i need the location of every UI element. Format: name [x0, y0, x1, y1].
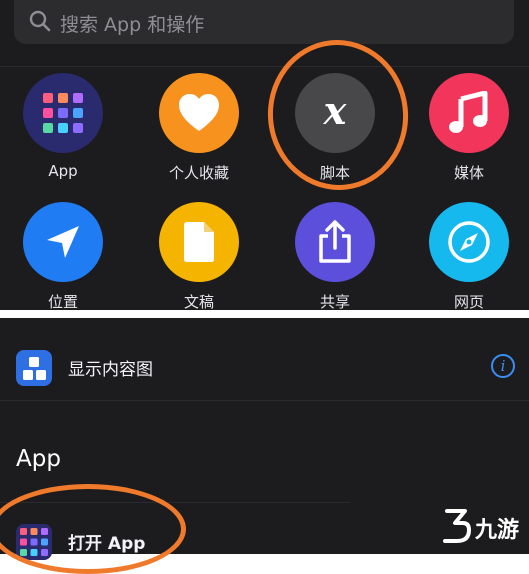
music-note-icon: [429, 73, 509, 153]
category-label: 共享: [319, 293, 350, 311]
category-label: 个人收藏: [168, 164, 229, 182]
category-label: 位置: [47, 293, 78, 311]
category-documents[interactable]: 文稿: [144, 202, 254, 312]
highlight-circle: [0, 484, 186, 574]
category-label: App: [48, 162, 78, 180]
category-label: 媒体: [453, 164, 484, 182]
location-arrow-icon: [23, 202, 103, 282]
category-favorites[interactable]: 个人收藏: [144, 73, 254, 183]
watermark-logo-icon: [441, 509, 471, 547]
category-web[interactable]: 网页: [414, 202, 524, 312]
watermark: 九游: [441, 508, 519, 548]
divider: [0, 400, 529, 401]
shapes-icon: [16, 350, 52, 386]
category-label: 网页: [453, 293, 484, 311]
search-placeholder: 搜索 App 和操作: [60, 14, 205, 36]
category-app[interactable]: App: [8, 73, 118, 180]
app-grid-icon: [23, 73, 103, 153]
divider: [0, 66, 529, 67]
share-icon: [295, 202, 375, 282]
info-icon[interactable]: i: [491, 354, 515, 378]
category-media[interactable]: 媒体: [414, 73, 524, 183]
action-row-label: 显示内容图: [68, 360, 153, 380]
section-title: App: [16, 446, 61, 472]
category-location[interactable]: 位置: [8, 202, 118, 312]
heart-icon: [159, 73, 239, 153]
search-input[interactable]: 搜索 App 和操作: [14, 0, 514, 44]
search-icon: [28, 9, 52, 37]
document-icon: [159, 202, 239, 282]
action-row-show-content-graph[interactable]: 显示内容图 i: [0, 340, 529, 396]
compass-icon: [429, 202, 509, 282]
category-label: 文稿: [183, 293, 214, 311]
category-sharing[interactable]: 共享: [280, 202, 390, 312]
watermark-text: 九游: [474, 518, 519, 543]
